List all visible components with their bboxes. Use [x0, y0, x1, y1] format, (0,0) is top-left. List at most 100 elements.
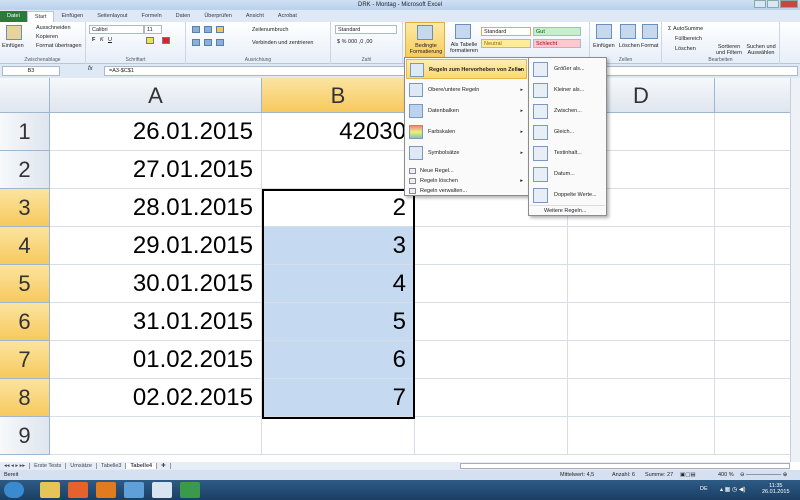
- view-buttons[interactable]: ▣▢▤: [680, 470, 696, 480]
- wrap-text-button[interactable]: Zeilenumbruch: [252, 27, 288, 33]
- cell-e[interactable]: [715, 303, 790, 341]
- menu-item-icon-sets[interactable]: Symbolsätze ▸: [406, 143, 527, 163]
- delete-cells-button[interactable]: Löschen: [619, 43, 640, 49]
- row-header[interactable]: 9: [0, 417, 50, 455]
- cell-b[interactable]: 6: [262, 341, 415, 379]
- menu-item-color-scales[interactable]: Farbskalen ▸: [406, 122, 527, 142]
- submenu-item[interactable]: Größer als...: [530, 59, 605, 80]
- cell-d[interactable]: [568, 227, 715, 265]
- autosum-button[interactable]: Σ AutoSumme: [668, 26, 703, 32]
- tray-icons[interactable]: ▴ ▦ ◷ ◀): [720, 486, 746, 493]
- cell-c[interactable]: [415, 265, 568, 303]
- number-format-buttons[interactable]: $ % 000 ,0 ,00: [337, 39, 372, 45]
- tab-view[interactable]: Ansicht: [239, 11, 271, 22]
- new-sheet-icon[interactable]: ✚: [157, 463, 171, 469]
- cell-c[interactable]: [415, 227, 568, 265]
- row-header[interactable]: 8: [0, 379, 50, 417]
- start-button[interactable]: [4, 482, 24, 498]
- cell-b[interactable]: 42030: [262, 113, 415, 151]
- cell-b[interactable]: 4: [262, 265, 415, 303]
- menu-item-data-bars[interactable]: Datenbalken ▸: [406, 101, 527, 121]
- font-name-select[interactable]: Calibri: [89, 25, 144, 34]
- tab-formulas[interactable]: Formeln: [134, 11, 168, 22]
- underline-button[interactable]: U: [108, 37, 112, 43]
- menu-item-top-bottom-rules[interactable]: Obere/untere Regeln ▸: [406, 80, 527, 100]
- row-header[interactable]: 4: [0, 227, 50, 265]
- cell-c[interactable]: [415, 379, 568, 417]
- bold-button[interactable]: F: [92, 37, 95, 43]
- style-bad[interactable]: Schlecht: [533, 39, 581, 48]
- menu-item-highlight-cells-rules[interactable]: Regeln zum Hervorheben von Zellen ▸: [406, 59, 527, 79]
- cell-e[interactable]: [715, 265, 790, 303]
- tab-start[interactable]: Start: [26, 11, 55, 22]
- tab-file[interactable]: Datei: [0, 11, 27, 22]
- cell-a[interactable]: 27.01.2015: [50, 151, 262, 189]
- row-header[interactable]: 5: [0, 265, 50, 303]
- conditional-formatting-button[interactable]: Bedingte Formatierung: [405, 22, 445, 58]
- cell-b[interactable]: 2: [262, 189, 415, 227]
- merge-center-button[interactable]: Verbinden und zentrieren: [252, 40, 313, 46]
- menu-item-more-rules[interactable]: Weitere Regeln...: [530, 205, 605, 215]
- style-neutral[interactable]: Neutral: [481, 39, 531, 48]
- align-left-icon[interactable]: [192, 39, 200, 46]
- tab-acrobat[interactable]: Acrobat: [271, 11, 304, 22]
- app-icon[interactable]: [124, 482, 144, 498]
- select-all-corner[interactable]: [0, 78, 50, 113]
- minimize-button[interactable]: [754, 0, 766, 8]
- cell-e[interactable]: [715, 227, 790, 265]
- explorer-icon[interactable]: [40, 482, 60, 498]
- cell-e[interactable]: [715, 379, 790, 417]
- name-box[interactable]: B3: [2, 66, 60, 76]
- sheet-tab-tabelle4[interactable]: Tabelle4: [126, 463, 158, 469]
- menu-item-manage-rules[interactable]: Regeln verwalten...: [406, 186, 527, 196]
- cell-e[interactable]: [715, 189, 790, 227]
- clock[interactable]: 11:35 26.01.2015: [762, 483, 790, 495]
- cell-a[interactable]: 01.02.2015: [50, 341, 262, 379]
- vertical-scrollbar[interactable]: [790, 78, 800, 462]
- submenu-item[interactable]: Kleiner als...: [530, 80, 605, 101]
- row-header[interactable]: 3: [0, 189, 50, 227]
- cell-d[interactable]: [568, 379, 715, 417]
- submenu-item[interactable]: Doppelte Werte...: [530, 185, 605, 206]
- cell-d[interactable]: [568, 341, 715, 379]
- sheet-tab-umsaetze[interactable]: Umsätze: [66, 463, 97, 469]
- style-good[interactable]: Gut: [533, 27, 581, 36]
- submenu-item[interactable]: Zwischen...: [530, 101, 605, 122]
- sort-filter-button[interactable]: Sortieren und Filtern: [714, 44, 744, 56]
- cell-a[interactable]: 31.01.2015: [50, 303, 262, 341]
- horizontal-scrollbar[interactable]: [460, 463, 790, 469]
- row-header[interactable]: 6: [0, 303, 50, 341]
- tab-data[interactable]: Daten: [169, 11, 198, 22]
- zoom-level[interactable]: 400 %: [718, 470, 734, 480]
- column-header-b[interactable]: B: [262, 78, 415, 113]
- cell-d[interactable]: [568, 265, 715, 303]
- row-header[interactable]: 2: [0, 151, 50, 189]
- format-cells-button[interactable]: Format: [641, 43, 658, 49]
- media-player-icon[interactable]: [68, 482, 88, 498]
- cell-a[interactable]: 29.01.2015: [50, 227, 262, 265]
- format-as-table-button[interactable]: Als Tabelle formatieren: [447, 42, 481, 54]
- firefox-icon[interactable]: [96, 482, 116, 498]
- paste-button[interactable]: Einfügen: [2, 43, 24, 49]
- zoom-slider[interactable]: ⊖ ───────── ⊕: [740, 470, 787, 480]
- excel-icon[interactable]: [180, 482, 200, 498]
- cell-c[interactable]: [415, 303, 568, 341]
- submenu-item[interactable]: Textinhalt...: [530, 143, 605, 164]
- cell-e[interactable]: [715, 341, 790, 379]
- row-header[interactable]: 1: [0, 113, 50, 151]
- language-indicator[interactable]: DE: [700, 486, 708, 492]
- tab-page-layout[interactable]: Seitenlayout: [90, 11, 134, 22]
- fill-button[interactable]: Füllbereich: [675, 36, 702, 42]
- remote-desktop-icon[interactable]: [152, 482, 172, 498]
- insert-cells-button[interactable]: Einfügen: [593, 43, 615, 49]
- align-bottom-icon[interactable]: [216, 26, 224, 33]
- cell-a[interactable]: 02.02.2015: [50, 379, 262, 417]
- cell-b[interactable]: 3: [262, 227, 415, 265]
- tab-insert[interactable]: Einfügen: [54, 11, 90, 22]
- maximize-button[interactable]: [767, 0, 779, 8]
- fill-color-icon[interactable]: [146, 37, 154, 44]
- close-button[interactable]: [780, 0, 798, 8]
- sheet-tab-tabelle3[interactable]: Tabelle3: [97, 463, 127, 469]
- align-middle-icon[interactable]: [204, 26, 212, 33]
- style-standard[interactable]: Standard: [481, 27, 531, 36]
